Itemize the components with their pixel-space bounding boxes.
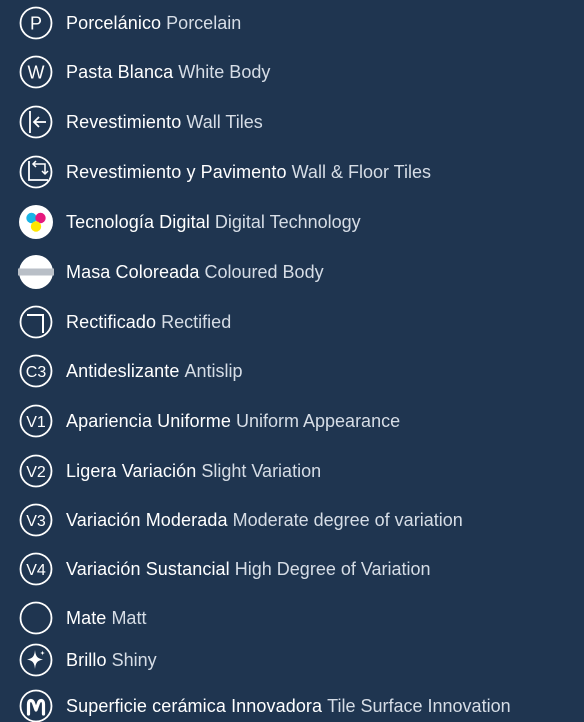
legend-label: Rectificado Rectified (66, 302, 231, 342)
svg-text:W: W (28, 63, 45, 83)
spanish-term: Superficie cerámica Innovadora (66, 696, 323, 716)
english-term: Rectified (161, 312, 232, 332)
spanish-term: Tecnología Digital (66, 212, 210, 232)
legend-row-wall-floor-tiles: Revestimiento y Pavimento Wall & Floor T… (0, 152, 584, 192)
tile-legend: P Porcelánico Porcelain W Pasta Blanca W… (0, 0, 584, 722)
coloured-body-icon (18, 254, 54, 290)
legend-label: Antideslizante Antislip (66, 351, 243, 391)
legend-row-tile-surface-innovation: Superficie cerámica Innovadora Tile Surf… (0, 686, 584, 722)
slight-variation-v2-icon: V2 (18, 453, 54, 489)
legend-label: Mate Matt (66, 598, 146, 638)
legend-label: Masa Coloreada Coloured Body (66, 252, 324, 292)
svg-text:P: P (30, 14, 42, 34)
legend-label: Porcelánico Porcelain (66, 3, 241, 43)
spanish-term: Mate (66, 608, 107, 628)
english-term: Wall Tiles (186, 112, 263, 132)
spanish-term: Rectificado (66, 312, 157, 332)
legend-row-matt: Mate Matt (0, 598, 584, 638)
spanish-term: Pasta Blanca (66, 62, 174, 82)
innovation-m-icon (18, 688, 54, 722)
svg-text:V1: V1 (26, 414, 46, 431)
svg-text:V4: V4 (26, 562, 46, 579)
english-term: High Degree of Variation (234, 559, 431, 579)
english-term: Slight Variation (201, 461, 322, 481)
legend-label: Variación Sustancial High Degree of Vari… (66, 549, 431, 589)
wall-floor-tiles-icon (18, 154, 54, 190)
spanish-term: Porcelánico (66, 13, 162, 33)
english-term: Wall & Floor Tiles (291, 162, 431, 182)
english-term: Coloured Body (204, 262, 324, 282)
legend-label: Revestimiento Wall Tiles (66, 102, 263, 142)
spanish-term: Apariencia Uniforme (66, 411, 231, 431)
spanish-term: Variación Sustancial (66, 559, 230, 579)
wall-tiles-icon (18, 104, 54, 140)
high-variation-v4-icon: V4 (18, 551, 54, 587)
english-term: Shiny (111, 650, 157, 670)
legend-row-white-body: W Pasta Blanca White Body (0, 52, 584, 92)
english-term: Tile Surface Innovation (327, 696, 511, 716)
legend-label: Variación Moderada Moderate degree of va… (66, 500, 463, 540)
white-body-w-icon: W (18, 54, 54, 90)
english-term: Uniform Appearance (236, 411, 401, 431)
antislip-c3-icon: C3 (18, 353, 54, 389)
legend-row-coloured-body: Masa Coloreada Coloured Body (0, 252, 584, 292)
legend-label: Superficie cerámica Innovadora Tile Surf… (66, 686, 511, 722)
spanish-term: Revestimiento y Pavimento (66, 162, 287, 182)
legend-row-slight-variation: V2 Ligera Variación Slight Variation (0, 451, 584, 491)
legend-row-wall-tiles: Revestimiento Wall Tiles (0, 102, 584, 142)
legend-row-uniform-appearance: V1 Apariencia Uniforme Uniform Appearanc… (0, 401, 584, 441)
legend-label: Pasta Blanca White Body (66, 52, 270, 92)
english-term: Antislip (184, 361, 243, 381)
legend-label: Tecnología Digital Digital Technology (66, 202, 361, 242)
legend-label: Apariencia Uniforme Uniform Appearance (66, 401, 400, 441)
english-term: Digital Technology (214, 212, 361, 232)
spanish-term: Masa Coloreada (66, 262, 200, 282)
rectified-icon (18, 304, 54, 340)
spanish-term: Variación Moderada (66, 510, 228, 530)
shiny-sparkle-icon (18, 642, 54, 678)
legend-row-porcelain: P Porcelánico Porcelain (0, 3, 584, 43)
english-term: Matt (111, 608, 147, 628)
matt-circle-icon (18, 600, 54, 636)
legend-row-digital-technology: Tecnología Digital Digital Technology (0, 202, 584, 242)
moderate-variation-v3-icon: V3 (18, 502, 54, 538)
legend-row-high-variation: V4 Variación Sustancial High Degree of V… (0, 549, 584, 589)
english-term: Moderate degree of variation (232, 510, 463, 530)
legend-label: Brillo Shiny (66, 640, 157, 680)
legend-label: Ligera Variación Slight Variation (66, 451, 321, 491)
spanish-term: Antideslizante (66, 361, 180, 381)
porcelain-p-icon: P (18, 5, 54, 41)
svg-text:V3: V3 (26, 513, 46, 530)
legend-row-moderate-variation: V3 Variación Moderada Moderate degree of… (0, 500, 584, 540)
legend-row-shiny: Brillo Shiny (0, 640, 584, 680)
digital-technology-icon (18, 204, 54, 240)
english-term: White Body (178, 62, 271, 82)
legend-label: Revestimiento y Pavimento Wall & Floor T… (66, 152, 431, 192)
spanish-term: Ligera Variación (66, 461, 197, 481)
spanish-term: Revestimiento (66, 112, 182, 132)
legend-row-antislip: C3 Antideslizante Antislip (0, 351, 584, 391)
spanish-term: Brillo (66, 650, 107, 670)
svg-text:V2: V2 (26, 464, 46, 481)
svg-text:C3: C3 (26, 364, 47, 381)
legend-row-rectified: Rectificado Rectified (0, 302, 584, 342)
english-term: Porcelain (166, 13, 242, 33)
uniform-v1-icon: V1 (18, 403, 54, 439)
